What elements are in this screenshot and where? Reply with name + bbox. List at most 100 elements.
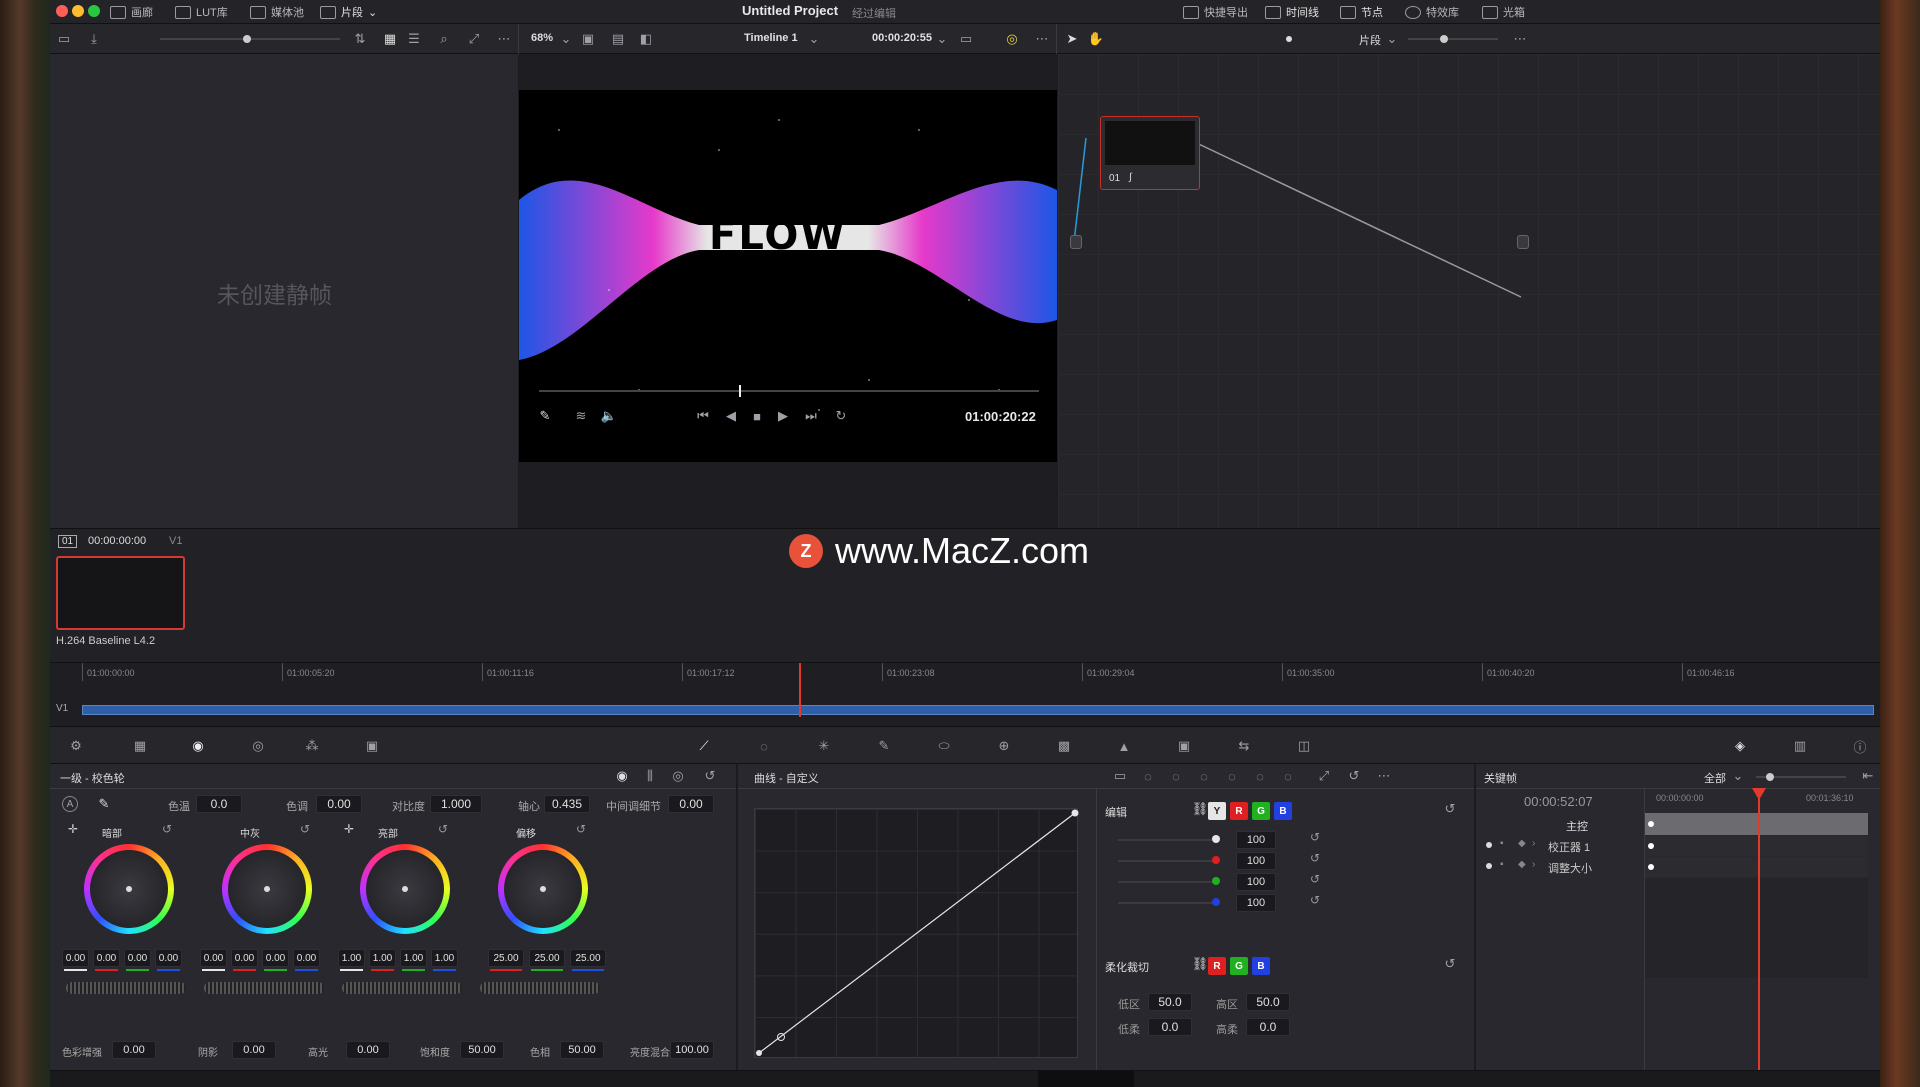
intensity-slider[interactable] — [1118, 839, 1214, 841]
viewer-scrubber[interactable] — [539, 390, 1039, 392]
corrector-track[interactable] — [1645, 836, 1868, 856]
low-soft-field[interactable]: 0.0 — [1148, 1018, 1192, 1036]
collapse-panel-icon[interactable]: ⇤ — [1860, 768, 1876, 784]
tab-clips[interactable]: 片段 ⌄ — [320, 4, 377, 20]
channel-y-button[interactable]: Y — [1208, 802, 1226, 820]
blur-icon[interactable]: ▲ — [1116, 738, 1132, 754]
sizing-icon[interactable]: ⇆ — [1236, 738, 1252, 754]
curve-graph[interactable] — [754, 808, 1079, 1058]
white-balance-picker-icon[interactable]: ✎ — [96, 796, 112, 812]
keyframe-zoom-knob[interactable] — [1766, 773, 1774, 781]
color-picker-icon[interactable]: ✎ — [537, 408, 553, 424]
curves-icon[interactable]: ⟋ — [696, 738, 712, 754]
wheel-value-field[interactable]: 1.00 — [369, 949, 396, 967]
import-icon[interactable]: ⤓ — [86, 31, 102, 47]
param-field[interactable]: 0.00 — [232, 1041, 276, 1059]
bars-mode-icon[interactable]: ⫼ — [642, 768, 658, 784]
wheel-value-field[interactable]: 0.00 — [93, 949, 120, 967]
param-field[interactable]: 100.00 — [670, 1041, 714, 1059]
intensity-slider[interactable] — [1118, 902, 1214, 904]
keyframe-playhead-handle[interactable] — [1752, 788, 1766, 800]
curve-custom-icon[interactable]: ▭ — [1112, 768, 1128, 784]
crosshair-picker-icon[interactable]: ✛ — [68, 822, 78, 836]
wheel-value-field[interactable]: 0.00 — [293, 949, 320, 967]
low-field[interactable]: 50.0 — [1148, 993, 1192, 1011]
reset-icon[interactable]: ↺ — [1310, 893, 1320, 907]
soft-clip-r-button[interactable]: R — [1208, 957, 1226, 975]
color-wheel[interactable] — [498, 844, 588, 934]
loop-icon[interactable]: ↻ — [833, 408, 849, 424]
wheel-value-field[interactable]: 0.00 — [155, 949, 182, 967]
color-wheels-icon[interactable]: ◉ — [190, 738, 206, 754]
crosshair-picker-icon[interactable]: ✛ — [344, 822, 354, 836]
sort-icon[interactable]: ⇅ — [352, 31, 368, 47]
window-icon[interactable]: ⬭ — [936, 738, 952, 754]
channel-g-button[interactable]: G — [1252, 802, 1270, 820]
3d-icon[interactable]: ◫ — [1296, 738, 1312, 754]
master-jog-wheel[interactable] — [480, 982, 600, 994]
intensity-slider-knob[interactable] — [1212, 856, 1220, 864]
auto-balance-icon[interactable]: A — [62, 796, 78, 812]
stop-icon[interactable]: ■ — [749, 408, 765, 424]
sidebar-toggle-icon[interactable]: ▭ — [56, 31, 72, 47]
reset-icon[interactable]: ↺ — [300, 822, 310, 836]
node-01[interactable]: 01 ∫ — [1100, 116, 1200, 190]
reset-icon[interactable]: ↺ — [1310, 872, 1320, 886]
keyframes-filter[interactable]: 全部 — [1704, 770, 1726, 786]
param-field[interactable]: 50.00 — [460, 1041, 504, 1059]
temp-field[interactable]: 0.0 — [196, 795, 242, 813]
skip-end-icon[interactable]: ⏭ — [803, 408, 819, 424]
soft-clip-g-button[interactable]: G — [1230, 957, 1248, 975]
lock-icon[interactable]: ▪ — [1500, 838, 1504, 849]
wheel-value-field[interactable]: 25.00 — [488, 949, 524, 967]
intensity-field[interactable]: 100 — [1236, 894, 1276, 912]
skip-start-icon[interactable]: ⏮ — [695, 408, 711, 424]
color-match-icon[interactable]: ▦ — [132, 738, 148, 754]
intensity-field[interactable]: 100 — [1236, 831, 1276, 849]
volume-icon[interactable]: 🔈 — [601, 408, 617, 424]
expand-icon[interactable]: ⤢ — [1316, 768, 1332, 784]
intensity-field[interactable]: 100 — [1236, 873, 1276, 891]
fullscreen-icon[interactable]: ⤢ — [466, 31, 482, 47]
reset-icon[interactable]: ↺ — [1442, 956, 1458, 972]
chevron-right-icon[interactable]: › — [1532, 859, 1535, 870]
hdr-wheels-icon[interactable]: ◎ — [250, 738, 266, 754]
pointer-tool-icon[interactable]: ➤ — [1064, 31, 1080, 47]
color-wheel[interactable] — [84, 844, 174, 934]
play-reverse-icon[interactable]: ◀ — [723, 408, 739, 424]
key-icon[interactable]: ▣ — [1176, 738, 1192, 754]
diamond-icon[interactable]: ◆ — [1518, 859, 1526, 870]
wheel-value-field[interactable]: 1.00 — [338, 949, 365, 967]
view-split-icon[interactable]: ▤ — [610, 31, 626, 47]
hue-vs-sat-icon[interactable]: ◌ — [1168, 768, 1184, 784]
pivot-field[interactable]: 0.435 — [544, 795, 590, 813]
timeline-clip-bar[interactable] — [82, 705, 1874, 715]
close-window-button[interactable] — [56, 5, 68, 17]
view-compare-icon[interactable]: ◧ — [638, 31, 654, 47]
mini-timeline[interactable]: 01:00:00:00 01:00:05:20 01:00:11:16 01:00:1… — [50, 662, 1880, 726]
more-options-icon[interactable]: ⋯ — [1376, 768, 1392, 784]
wheel-value-field[interactable]: 0.00 — [62, 949, 89, 967]
reset-icon[interactable]: ↺ — [1346, 768, 1362, 784]
color-warper-icon[interactable]: ◌ — [756, 738, 772, 754]
timeline-name[interactable]: Timeline 1 — [744, 32, 798, 44]
wheel-value-field[interactable]: 25.00 — [570, 949, 606, 967]
master-track-bar[interactable] — [1645, 813, 1868, 835]
list-view-icon[interactable]: ☰ — [406, 31, 422, 47]
node-mode[interactable]: 片段 — [1359, 32, 1381, 48]
intensity-field[interactable]: 100 — [1236, 852, 1276, 870]
sat-vs-lum-icon[interactable]: ◌ — [1280, 768, 1296, 784]
tab-timeline[interactable]: 时间线 — [1265, 4, 1319, 20]
wheel-value-field[interactable]: 0.00 — [262, 949, 289, 967]
log-mode-icon[interactable]: ◎ — [670, 768, 686, 784]
high-soft-field[interactable]: 0.0 — [1246, 1018, 1290, 1036]
tab-lut[interactable]: LUT库 — [175, 4, 228, 20]
reset-icon[interactable]: ↺ — [438, 822, 448, 836]
clip-thumbnail[interactable] — [56, 556, 185, 630]
scopes-icon[interactable]: ▥ — [1792, 738, 1808, 754]
play-icon[interactable]: ▶ — [775, 408, 791, 424]
keyframe-playhead[interactable] — [1758, 788, 1760, 1087]
magic-mask-icon[interactable]: ▩ — [1056, 738, 1072, 754]
param-field[interactable]: 50.00 — [560, 1041, 604, 1059]
chevron-down-icon[interactable]: ⌄ — [1384, 31, 1400, 47]
